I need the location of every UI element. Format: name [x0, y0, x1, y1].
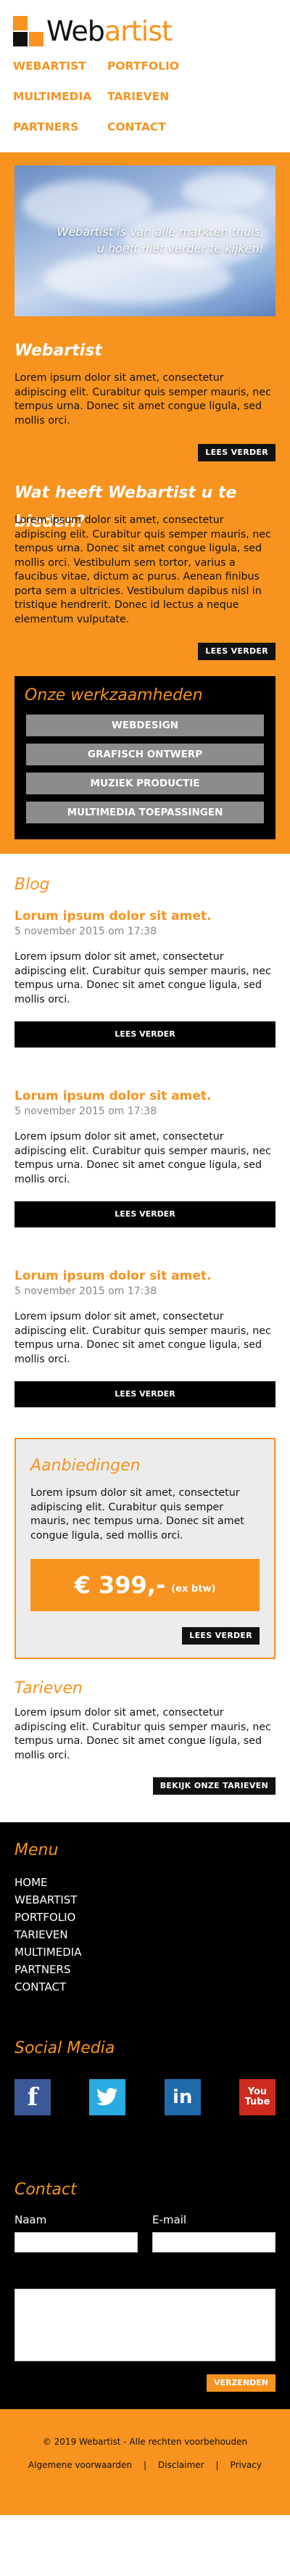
footer-menu-item-partners[interactable]: PARTNERS [14, 1961, 276, 1978]
link-algemene-voorwaarden[interactable]: Algemene voorwaarden [17, 2460, 144, 2470]
post-date: 5 november 2015 om 17:38 [14, 1285, 157, 1297]
service-webdesign-button[interactable]: WEBDESIGN [26, 715, 264, 736]
services-title: Onze werkzaamheden [25, 686, 203, 704]
service-muziek-productie-button[interactable]: MUZIEK PRODUCTIE [26, 773, 264, 794]
nav-portfolio[interactable]: PORTFOLIO [107, 59, 202, 75]
nav-multimedia[interactable]: MULTIMEDIA [13, 90, 107, 106]
name-field[interactable] [14, 2232, 138, 2252]
view-rates-button[interactable]: BEKIJK ONZE TARIEVEN [152, 1777, 276, 1795]
intro-title: Webartist [14, 342, 102, 360]
link-disclaimer[interactable]: Disclaimer [146, 2460, 215, 2470]
footer: Menu HOME WEBARTIST PORTFOLIO TARIEVEN M… [0, 1822, 290, 2409]
social-links: f in You Tube [14, 2079, 276, 2115]
post-read-more-button[interactable]: LEES VERDER [14, 1021, 276, 1048]
logo-icon [13, 16, 44, 46]
footer-menu-item-portfolio[interactable]: PORTFOLIO [14, 1909, 276, 1926]
offers-title: Aanbiedingen [30, 1457, 141, 1475]
rates-section: Tarieven Lorem ipsum dolor sit amet, con… [0, 1659, 290, 1822]
logo[interactable]: Webartist [13, 15, 202, 48]
service-grafisch-ontwerp-button[interactable]: GRAFISCH ONTWERP [26, 744, 264, 765]
blog-post: Lorum ipsum dolor sit amet. 5 november 2… [14, 1088, 276, 1227]
nav-tarieven[interactable]: TARIEVEN [107, 90, 202, 106]
legal-links: Algemene voorwaarden | Disclaimer | Priv… [0, 2460, 290, 2470]
site-header: Webartist WEBARTIST PORTFOLIO MULTIMEDIA… [0, 0, 290, 152]
rates-title: Tarieven [14, 1679, 83, 1698]
offers-text: Lorem ipsum dolor sit amet, consectetur … [30, 1487, 244, 1542]
post-text: Lorem ipsum dolor sit amet, consectetur … [14, 1311, 271, 1365]
hero-caption: Webartist is van alle markten thuis, u h… [57, 225, 264, 255]
post-title[interactable]: Lorum ipsum dolor sit amet. [14, 1268, 276, 1284]
offers-read-more-button[interactable]: LEES VERDER [182, 1627, 260, 1645]
blog-title: Blog [14, 876, 50, 894]
intro-section: Webartist is van alle markten thuis, u h… [0, 152, 290, 854]
price-value: € 399,- [74, 1571, 166, 1599]
email-field[interactable] [152, 2232, 276, 2252]
twitter-icon[interactable] [89, 2079, 126, 2115]
link-privacy[interactable]: Privacy [219, 2460, 273, 2470]
intro-text: Lorem ipsum dolor sit amet, consectetur … [14, 372, 271, 427]
footer-menu: HOME WEBARTIST PORTFOLIO TARIEVEN MULTIM… [14, 1874, 276, 1996]
price-banner: € 399,- (ex btw) [30, 1559, 260, 1611]
social-title: Social Media [14, 2039, 115, 2057]
linkedin-icon[interactable]: in [164, 2079, 201, 2115]
blog-post: Lorum ipsum dolor sit amet. 5 november 2… [14, 1268, 276, 1407]
service-multimedia-button[interactable]: MULTIMEDIA TOEPASSINGEN [26, 802, 264, 823]
post-title[interactable]: Lorum ipsum dolor sit amet. [14, 1088, 276, 1104]
offer-read-more-button[interactable]: LEES VERDER [198, 643, 276, 660]
nav-contact[interactable]: CONTACT [107, 120, 202, 136]
send-button[interactable]: VERZENDEN [206, 2374, 276, 2392]
post-text: Lorem ipsum dolor sit amet, consectetur … [14, 951, 271, 1005]
post-read-more-button[interactable]: LEES VERDER [14, 1381, 276, 1407]
intro-read-more-button[interactable]: LEES VERDER [198, 444, 276, 461]
footer-menu-item-home[interactable]: HOME [14, 1874, 276, 1891]
services-box: Onze werkzaamheden WEBDESIGN GRAFISCH ON… [14, 676, 276, 839]
offer-title: Wat heeft Webartist u te bieden? [14, 484, 237, 531]
post-title[interactable]: Lorum ipsum dolor sit amet. [14, 908, 276, 924]
main-nav: WEBARTIST PORTFOLIO MULTIMEDIA TARIEVEN … [13, 59, 274, 136]
footer-menu-item-tarieven[interactable]: TARIEVEN [14, 1926, 276, 1943]
footer-menu-title: Menu [14, 1841, 59, 1859]
blog-section: Blog Lorum ipsum dolor sit amet. 5 novem… [0, 854, 290, 1407]
hero-image: Webartist is van alle markten thuis, u h… [14, 165, 276, 316]
rates-text: Lorem ipsum dolor sit amet, consectetur … [14, 1707, 271, 1761]
bottom-bar: © 2019 Webartist - Alle rechten voorbeho… [0, 2409, 290, 2515]
name-label: Naam [14, 2213, 47, 2226]
price-note: (ex btw) [171, 1583, 216, 1594]
contact-form: Naam E-mail [14, 2213, 276, 2252]
nav-partners[interactable]: PARTNERS [13, 120, 107, 136]
contact-title: Contact [14, 2181, 77, 2199]
youtube-icon[interactable]: You Tube [239, 2079, 276, 2115]
nav-webartist[interactable]: WEBARTIST [13, 59, 107, 75]
facebook-icon[interactable]: f [14, 2079, 51, 2115]
footer-menu-item-contact[interactable]: CONTACT [14, 1978, 276, 1996]
logo-text: Webartist [46, 15, 173, 47]
post-read-more-button[interactable]: LEES VERDER [14, 1201, 276, 1227]
email-label: E-mail [152, 2213, 187, 2226]
message-field[interactable] [14, 2289, 276, 2361]
footer-menu-item-webartist[interactable]: WEBARTIST [14, 1891, 276, 1909]
footer-menu-item-multimedia[interactable]: MULTIMEDIA [14, 1943, 276, 1961]
post-date: 5 november 2015 om 17:38 [14, 926, 157, 937]
copyright-text: © 2019 Webartist - Alle rechten voorbeho… [42, 2437, 248, 2447]
post-date: 5 november 2015 om 17:38 [14, 1106, 157, 1117]
post-text: Lorem ipsum dolor sit amet, consectetur … [14, 1131, 271, 1185]
blog-post: Lorum ipsum dolor sit amet. 5 november 2… [14, 908, 276, 1048]
offers-box: Aanbiedingen Lorem ipsum dolor sit amet,… [14, 1438, 276, 1659]
offer-text: Lorem ipsum dolor sit amet, consectetur … [14, 514, 271, 625]
